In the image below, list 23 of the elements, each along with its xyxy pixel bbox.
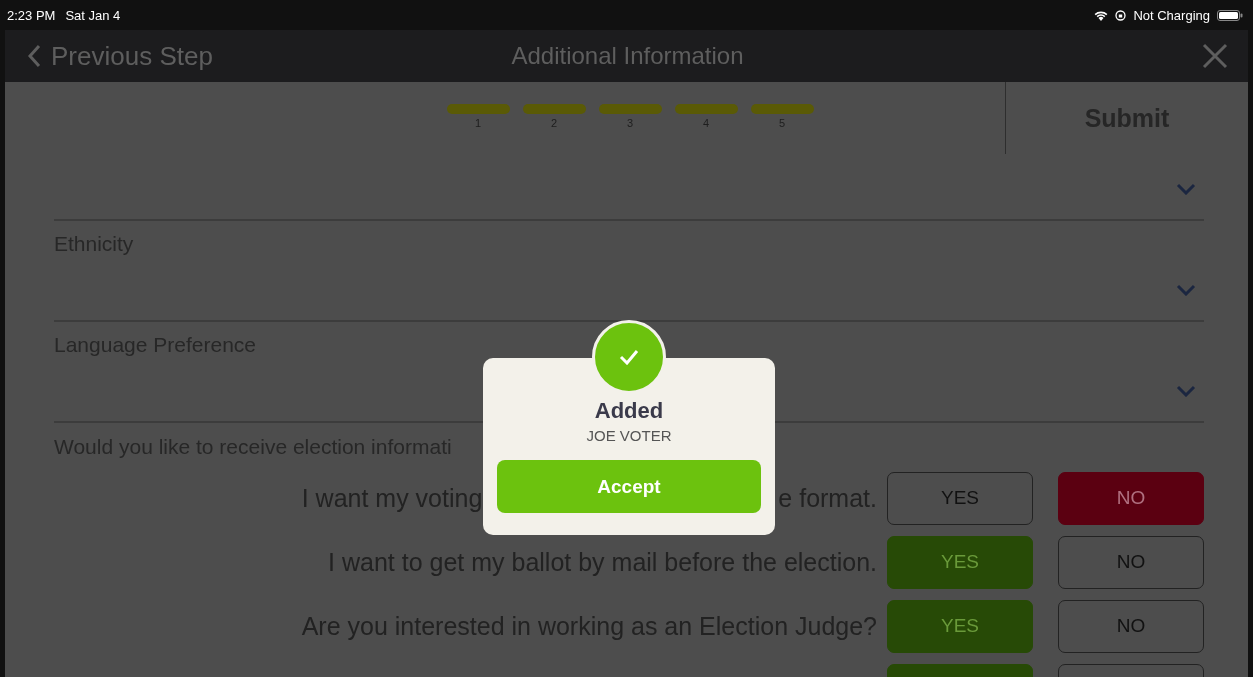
no-button[interactable]: NO [1058,471,1204,525]
chevron-down-icon [1176,385,1196,397]
status-date: Sat Jan 4 [65,7,121,23]
close-icon[interactable] [1202,43,1228,69]
no-button[interactable]: NO [1058,599,1204,653]
yes-button[interactable]: YES [887,535,1033,589]
charging-status: Not Charging [1133,7,1210,23]
status-time: 2:23 PM [7,7,56,23]
yes-button[interactable]: YES [887,599,1033,653]
previous-step-button[interactable]: Previous Step [27,40,213,72]
no-button[interactable]: NO [1058,535,1204,589]
chevron-left-icon [27,44,41,68]
accept-button[interactable]: Accept [497,460,761,513]
battery-icon [1217,9,1243,21]
yes-button[interactable]: YES [887,471,1033,525]
rotation-lock-icon [1115,9,1127,21]
dialog-title: Added [594,398,664,424]
screen-title: Additional Information [511,42,744,70]
wifi-icon [1094,9,1109,21]
chevron-down-icon [1176,183,1196,195]
voter-name: JOE VOTER [586,427,672,444]
chevron-down-icon [1176,284,1196,296]
checkmark-icon [619,349,639,365]
